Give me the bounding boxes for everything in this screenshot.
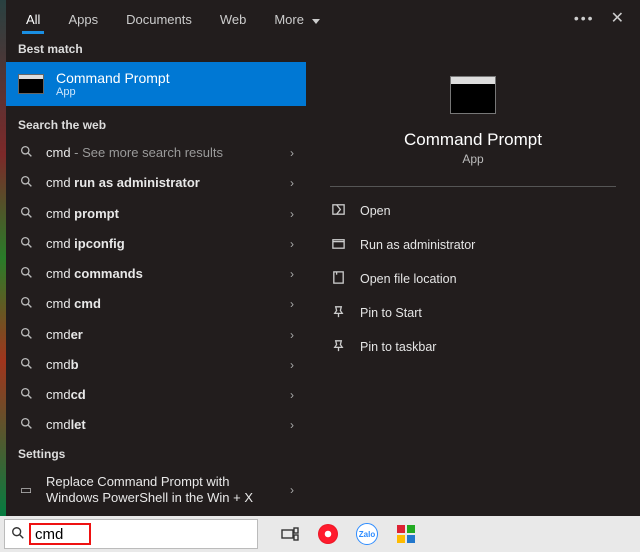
- action-pin-taskbar[interactable]: Pin to taskbar: [330, 333, 616, 361]
- action-pin-start[interactable]: Pin to Start: [330, 299, 616, 327]
- chevron-right-icon: ›: [290, 358, 294, 372]
- web-result-0[interactable]: cmd - See more search results ›: [6, 138, 306, 168]
- search-input[interactable]: [35, 526, 85, 543]
- chevron-right-icon: ›: [290, 237, 294, 251]
- chevron-right-icon: ›: [290, 388, 294, 402]
- detail-pane: Command Prompt App Open Run as administr…: [306, 36, 640, 516]
- tab-more[interactable]: More: [260, 4, 333, 33]
- folder-icon: [330, 270, 346, 288]
- action-run-admin-label: Run as administrator: [360, 238, 475, 252]
- search-icon: [18, 296, 34, 312]
- tab-documents[interactable]: Documents: [112, 4, 206, 33]
- search-icon: [18, 357, 34, 373]
- results-list: Best match Command Prompt App Search the…: [6, 36, 306, 516]
- settings-item-replace-cmd[interactable]: ▭ Replace Command Prompt with Windows Po…: [6, 467, 306, 514]
- detail-type: App: [462, 152, 483, 166]
- search-icon: [18, 206, 34, 222]
- pin-icon: [330, 338, 346, 356]
- web-result-6[interactable]: cmder ›: [6, 320, 306, 350]
- command-prompt-icon: [18, 74, 44, 94]
- chevron-right-icon: ›: [290, 328, 294, 342]
- zalo-icon[interactable]: Zalo: [356, 523, 378, 545]
- action-open-location[interactable]: Open file location: [330, 265, 616, 293]
- web-result-text: cmdb: [46, 357, 278, 373]
- action-open-label: Open: [360, 204, 391, 218]
- shield-icon: [330, 236, 346, 254]
- tab-more-label: More: [274, 12, 304, 27]
- web-result-2[interactable]: cmd prompt ›: [6, 199, 306, 229]
- web-result-7[interactable]: cmdb ›: [6, 350, 306, 380]
- search-icon: [18, 417, 34, 433]
- section-search-web: Search the web: [6, 112, 306, 138]
- task-view-icon[interactable]: [280, 524, 300, 544]
- section-settings: Settings: [6, 441, 306, 467]
- web-result-text: cmd commands: [46, 266, 278, 282]
- web-result-5[interactable]: cmd cmd ›: [6, 289, 306, 319]
- action-pin-start-label: Pin to Start: [360, 306, 422, 320]
- chevron-right-icon: ›: [290, 176, 294, 190]
- search-tabs: All Apps Documents Web More ••• ✕: [6, 0, 640, 36]
- best-match-item[interactable]: Command Prompt App: [6, 62, 306, 106]
- search-icon: [18, 387, 34, 403]
- chevron-right-icon: ›: [290, 207, 294, 221]
- best-match-title: Command Prompt: [56, 70, 170, 86]
- chevron-right-icon: ›: [290, 418, 294, 432]
- chevron-right-icon: ›: [290, 483, 294, 497]
- chevron-down-icon: [312, 19, 320, 24]
- web-result-text: cmd ipconfig: [46, 236, 278, 252]
- settings-item-label: Replace Command Prompt with Windows Powe…: [46, 474, 278, 507]
- app-tile-icon: [450, 76, 496, 114]
- web-result-9[interactable]: cmdlet ›: [6, 410, 306, 440]
- search-icon: [11, 526, 25, 543]
- web-result-1[interactable]: cmd run as administrator ›: [6, 168, 306, 198]
- tab-apps[interactable]: Apps: [54, 4, 112, 33]
- search-icon: [18, 175, 34, 191]
- web-result-text: cmd cmd: [46, 296, 278, 312]
- search-icon: [18, 327, 34, 343]
- web-result-text: cmd prompt: [46, 206, 278, 222]
- web-result-3[interactable]: cmd ipconfig ›: [6, 229, 306, 259]
- web-result-text: cmder: [46, 327, 278, 343]
- snip-icon[interactable]: [396, 524, 416, 544]
- tab-all[interactable]: All: [12, 4, 54, 33]
- pin-icon: [330, 304, 346, 322]
- action-pin-taskbar-label: Pin to taskbar: [360, 340, 436, 354]
- close-icon[interactable]: ✕: [611, 8, 624, 28]
- opera-icon[interactable]: [318, 524, 338, 544]
- chevron-right-icon: ›: [290, 267, 294, 281]
- search-panel: All Apps Documents Web More ••• ✕ Best m…: [6, 0, 640, 516]
- detail-title: Command Prompt: [404, 130, 542, 150]
- web-result-text: cmd run as administrator: [46, 175, 278, 191]
- action-run-admin[interactable]: Run as administrator: [330, 231, 616, 259]
- tab-web[interactable]: Web: [206, 4, 261, 33]
- web-result-text: cmd - See more search results: [46, 145, 278, 161]
- search-query-highlight: [29, 523, 91, 545]
- action-open-location-label: Open file location: [360, 272, 457, 286]
- taskbar: Zalo: [0, 516, 640, 552]
- more-options-icon[interactable]: •••: [574, 10, 595, 26]
- section-best-match: Best match: [6, 36, 306, 62]
- settings-icon: ▭: [18, 482, 34, 498]
- chevron-right-icon: ›: [290, 297, 294, 311]
- search-icon: [18, 145, 34, 161]
- taskbar-search[interactable]: [4, 519, 258, 549]
- open-icon: [330, 202, 346, 220]
- search-icon: [18, 266, 34, 282]
- web-result-text: cmdlet: [46, 417, 278, 433]
- divider: [330, 186, 616, 187]
- web-result-text: cmdcd: [46, 387, 278, 403]
- web-result-8[interactable]: cmdcd ›: [6, 380, 306, 410]
- chevron-right-icon: ›: [290, 146, 294, 160]
- best-match-subtitle: App: [56, 86, 170, 98]
- web-result-4[interactable]: cmd commands ›: [6, 259, 306, 289]
- action-open[interactable]: Open: [330, 197, 616, 225]
- search-icon: [18, 236, 34, 252]
